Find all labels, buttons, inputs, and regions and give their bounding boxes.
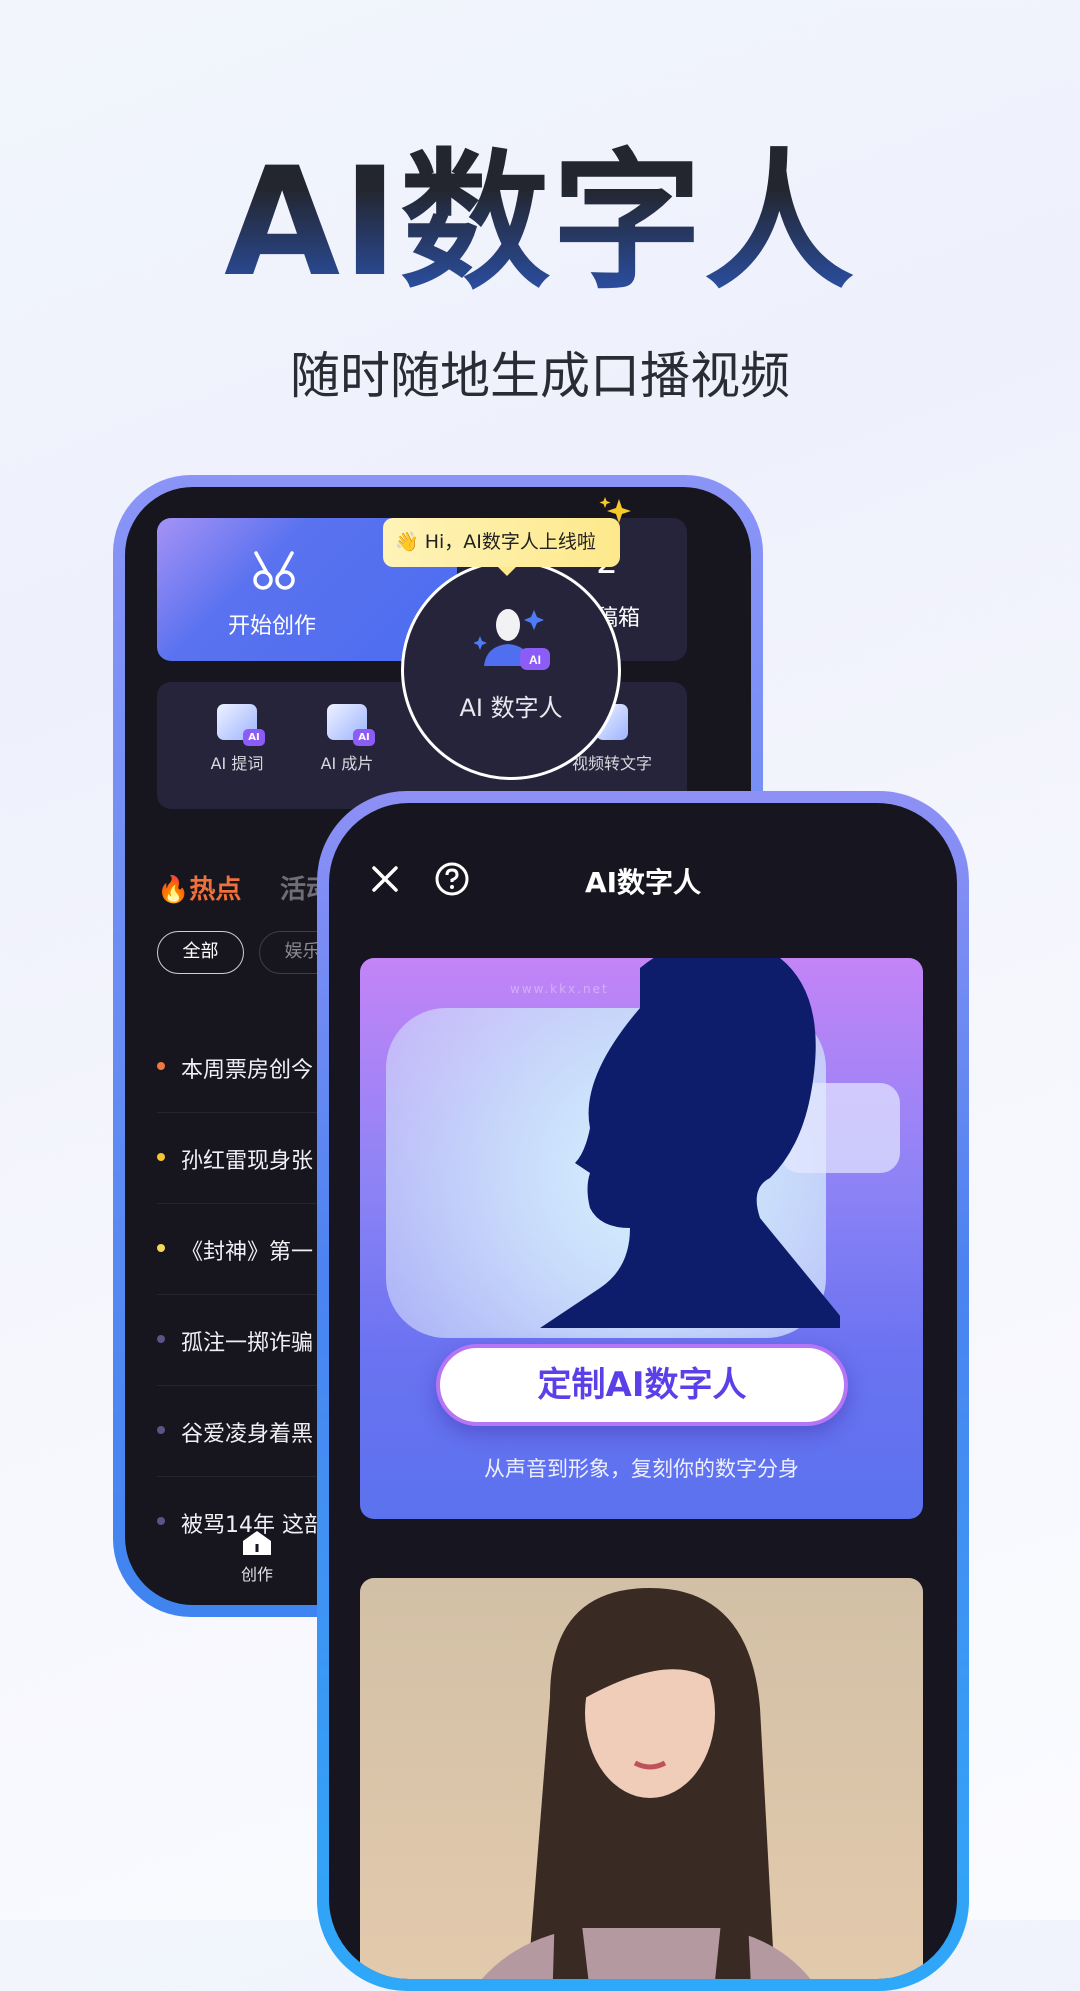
tooltip-text: Hi，AI数字人上线啦 xyxy=(424,531,596,553)
svg-text:AI: AI xyxy=(529,653,541,667)
banner-caption: 从声音到形象，复刻你的数字分身 xyxy=(484,1457,799,1481)
news-text: 谷爱凌身着黑 xyxy=(181,1422,314,1447)
woman-portrait-image xyxy=(482,1588,811,1979)
watermark: www.kkx.net xyxy=(510,982,609,996)
news-text: 孤注一掷诈骗 xyxy=(181,1331,314,1356)
news-dot xyxy=(157,1244,165,1252)
digital-human-icon: AI xyxy=(474,609,550,670)
news-dot xyxy=(157,1062,165,1070)
tool-ai-prompter[interactable]: AI AI 提词 xyxy=(177,704,297,774)
chip-all[interactable]: 全部 xyxy=(157,931,244,974)
home-icon xyxy=(243,1531,271,1555)
avatar-photo[interactable] xyxy=(360,1578,923,1979)
custom-digital-human-banner[interactable]: 定制AI数字人 从声音到形象，复刻你的数字分身 www.kkx.net xyxy=(360,958,923,1519)
ai-video-icon: AI xyxy=(327,704,375,746)
news-dot xyxy=(157,1335,165,1343)
front-phone-mockup: AI数字人 定制AI数字人 从声音到形象，复刻你的数字分身 www.kkx.ne… xyxy=(317,791,969,1991)
scissors-icon xyxy=(253,551,295,590)
flame-icon: 🔥 xyxy=(157,875,190,905)
news-text: 孙红雷现身张 xyxy=(181,1149,314,1174)
ai-prompter-icon: AI xyxy=(217,704,265,746)
news-dot xyxy=(157,1153,165,1161)
customize-button[interactable]: 定制AI数字人 xyxy=(436,1344,848,1426)
hero-title: AI数字人 xyxy=(0,138,1080,308)
announcement-tooltip: 👋 Hi，AI数字人上线啦 xyxy=(383,518,620,576)
silhouette-image xyxy=(540,958,840,1328)
news-text: 《封神》第一 xyxy=(181,1240,314,1265)
news-text: 本周票房创今 xyxy=(181,1058,314,1083)
ai-digital-human-label: AI 数字人 xyxy=(459,694,563,722)
ai-digital-human-button[interactable]: AI AI 数字人 xyxy=(401,560,621,780)
wave-icon: 👋 xyxy=(395,531,419,553)
news-dot xyxy=(157,1426,165,1434)
hero-subtitle: 随时随地生成口播视频 xyxy=(290,347,790,405)
start-create-label: 开始创作 xyxy=(227,614,316,639)
tool-ai-video[interactable]: AI AI 成片 xyxy=(287,704,407,774)
news-dot xyxy=(157,1517,165,1525)
nav-create[interactable]: 创作 xyxy=(232,1529,282,1585)
page-title: AI数字人 xyxy=(584,866,702,899)
tab-hot[interactable]: 🔥热点 xyxy=(157,869,241,906)
